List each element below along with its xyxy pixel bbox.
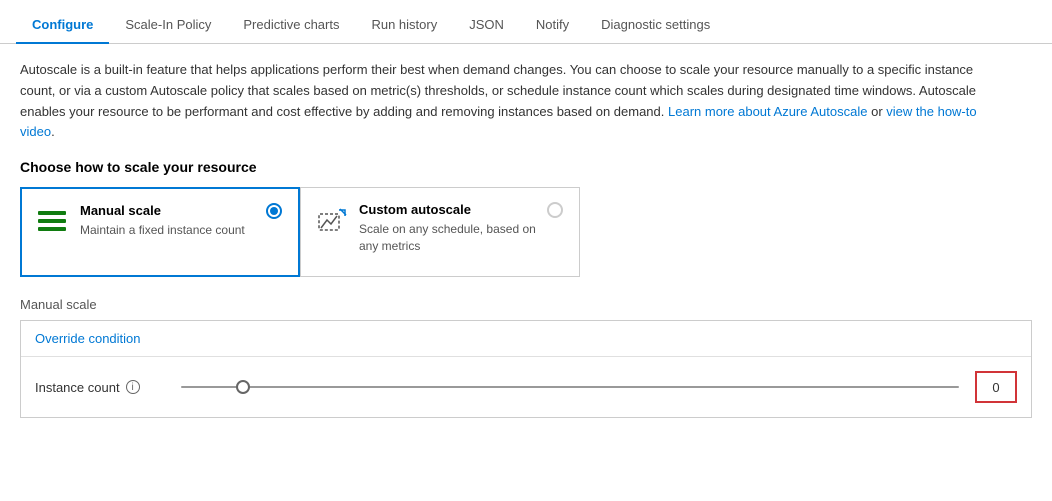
- custom-autoscale-title: Custom autoscale: [359, 202, 537, 217]
- choose-scale-title: Choose how to scale your resource: [20, 159, 1032, 175]
- instance-count-slider-thumb[interactable]: [236, 380, 250, 394]
- custom-autoscale-body: Custom autoscale Scale on any schedule, …: [359, 202, 537, 255]
- description-text: Autoscale is a built-in feature that hel…: [20, 60, 1000, 143]
- instance-count-label: Instance count i: [35, 380, 165, 395]
- instance-count-slider-track: [181, 386, 959, 388]
- scale-options: Manual scale Maintain a fixed instance c…: [20, 187, 1032, 277]
- tab-configure[interactable]: Configure: [16, 7, 109, 44]
- manual-scale-icon: [38, 207, 70, 239]
- manual-scale-radio[interactable]: [266, 203, 282, 219]
- instance-count-text: Instance count: [35, 380, 120, 395]
- manual-scale-card[interactable]: Manual scale Maintain a fixed instance c…: [20, 187, 300, 277]
- description-or: or: [871, 104, 886, 119]
- tab-scale-in-policy[interactable]: Scale-In Policy: [109, 7, 227, 44]
- custom-autoscale-radio[interactable]: [547, 202, 563, 218]
- custom-autoscale-card[interactable]: Custom autoscale Scale on any schedule, …: [300, 187, 580, 277]
- override-condition-box: Override condition Instance count i 0: [20, 320, 1032, 418]
- learn-more-link[interactable]: Learn more about Azure Autoscale: [668, 104, 867, 119]
- manual-scale-body: Manual scale Maintain a fixed instance c…: [80, 203, 256, 239]
- main-content: Autoscale is a built-in feature that hel…: [0, 44, 1052, 434]
- custom-autoscale-subtitle: Scale on any schedule, based on any metr…: [359, 221, 537, 255]
- override-condition-header: Override condition: [21, 321, 1031, 357]
- tab-json[interactable]: JSON: [453, 7, 520, 44]
- manual-scale-radio-inner: [270, 207, 278, 215]
- instance-count-info-icon[interactable]: i: [126, 380, 140, 394]
- tab-diagnostic-settings[interactable]: Diagnostic settings: [585, 7, 726, 44]
- instance-count-row: Instance count i 0: [21, 357, 1031, 417]
- tabs-bar: Configure Scale-In Policy Predictive cha…: [0, 0, 1052, 44]
- manual-scale-section-label: Manual scale: [20, 297, 1032, 312]
- instance-count-slider-container: [181, 386, 959, 388]
- custom-autoscale-icon: [317, 206, 349, 238]
- manual-scale-title: Manual scale: [80, 203, 256, 218]
- instance-count-value-box[interactable]: 0: [975, 371, 1017, 403]
- tab-notify[interactable]: Notify: [520, 7, 585, 44]
- tab-predictive-charts[interactable]: Predictive charts: [227, 7, 355, 44]
- manual-scale-subtitle: Maintain a fixed instance count: [80, 222, 256, 239]
- tab-run-history[interactable]: Run history: [355, 7, 453, 44]
